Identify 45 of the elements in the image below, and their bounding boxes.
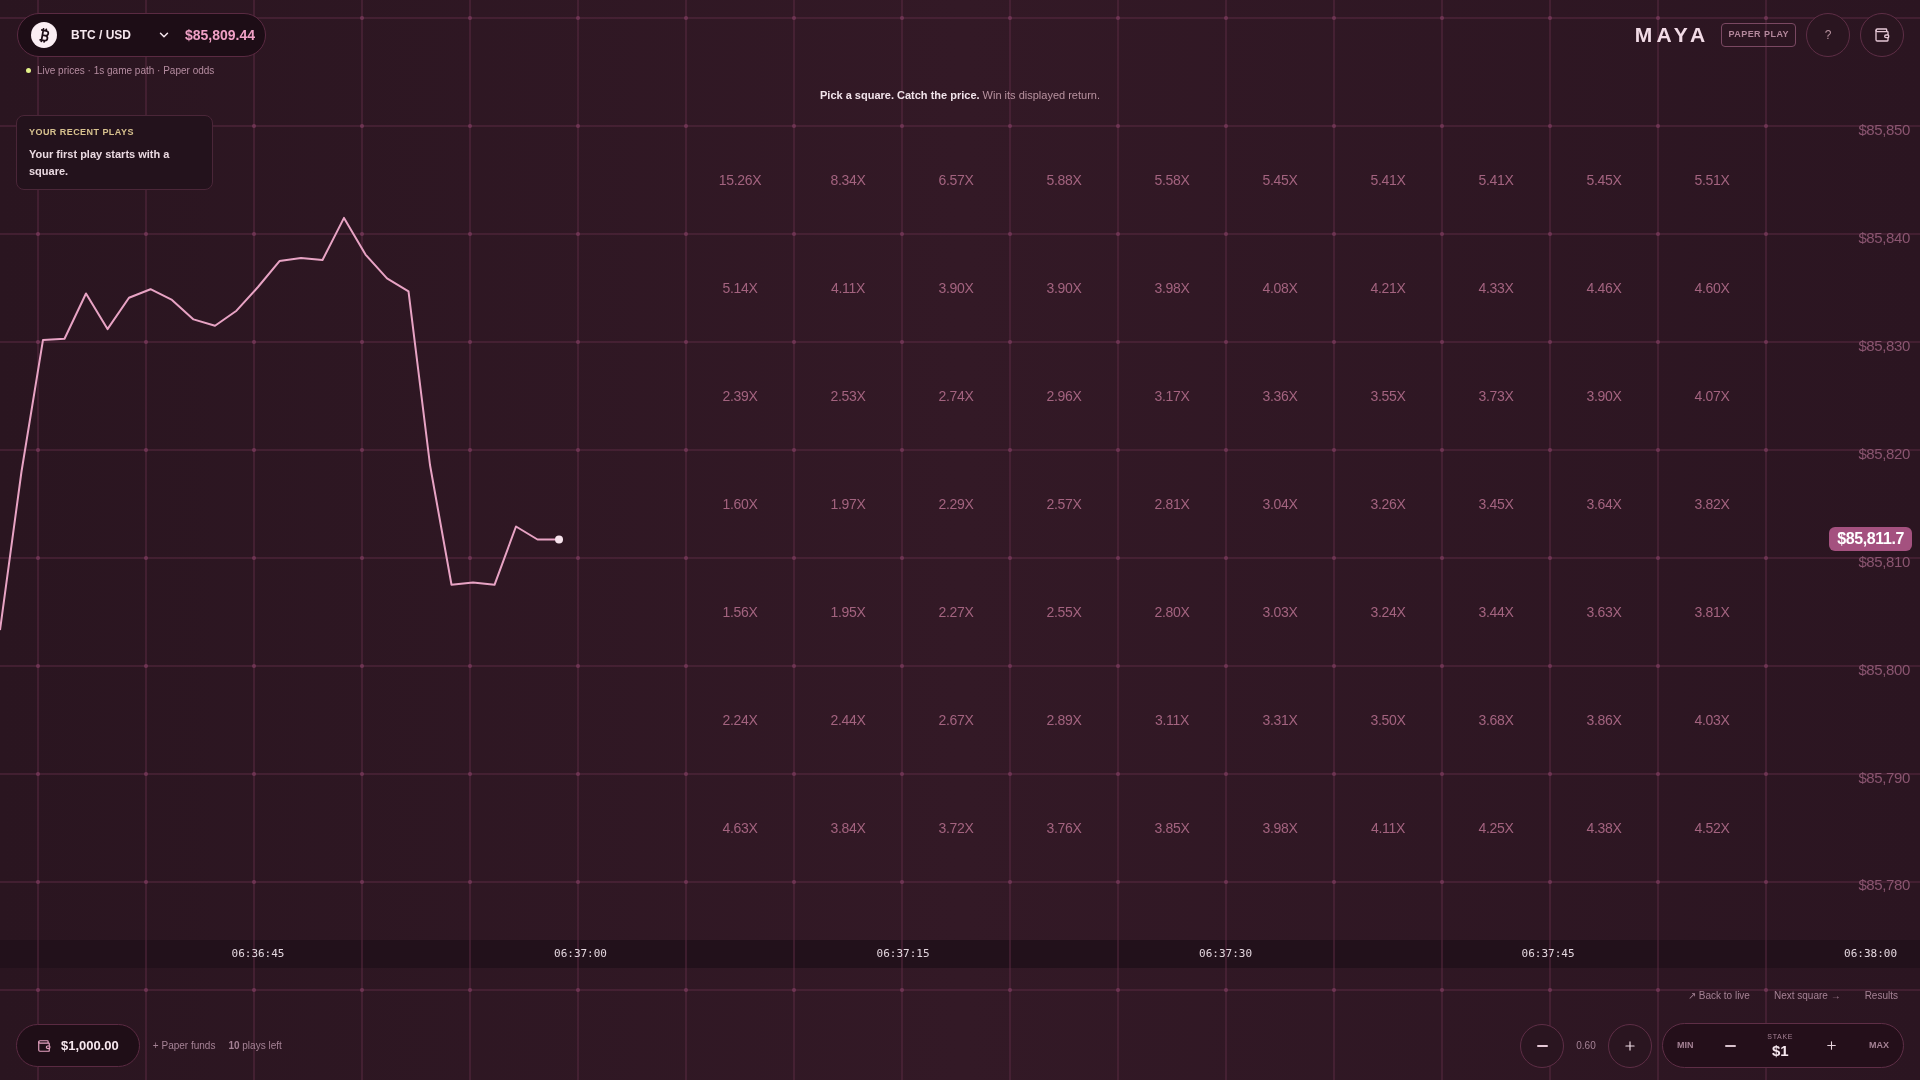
paper-play-badge: PAPER PLAY <box>1721 23 1796 47</box>
price-axis-label: $85,840 <box>1858 227 1910 248</box>
time-axis-label: 06:36:45 <box>231 946 285 962</box>
plus-icon <box>1623 1038 1637 1053</box>
price-axis-label: $85,830 <box>1858 335 1910 356</box>
time-axis-label: 06:37:45 <box>1521 946 1575 962</box>
price-axis-label: $85,800 <box>1858 659 1910 680</box>
time-axis-label: 06:37:30 <box>1199 946 1252 962</box>
balance-pill[interactable]: $1,000.00 <box>16 1024 140 1067</box>
pair-price: $85,809.44 <box>185 25 256 45</box>
price-axis-label: $85,810 <box>1858 551 1910 572</box>
increase-stake-icon[interactable] <box>1824 1039 1838 1052</box>
pair-selector[interactable]: BTC / USD $85,809.44 <box>17 13 267 57</box>
paper-funds-link[interactable]: + Paper funds <box>152 1038 216 1053</box>
wallet-icon <box>1874 27 1890 43</box>
bitcoin-icon <box>31 22 57 48</box>
footer-link[interactable]: ↗ Back to live <box>1688 988 1750 1003</box>
current-price-dot <box>555 535 563 544</box>
brand-name: MAYA <box>1634 22 1710 49</box>
status-text: Live prices · 1s game path · Paper odds <box>37 64 215 78</box>
price-axis-label: $85,790 <box>1858 767 1910 788</box>
minus-icon <box>1536 1044 1548 1047</box>
stake-value: $1 <box>1771 1042 1789 1059</box>
price-axis-label: $85,780 <box>1858 875 1910 896</box>
footer-link[interactable]: Next square → <box>1773 988 1841 1003</box>
recent-plays-message: Your first play starts with a square. <box>29 146 171 179</box>
stake-max-button[interactable]: MAX <box>1869 1038 1889 1053</box>
wallet-icon <box>37 1038 51 1053</box>
odds-value: 0.60 <box>1575 1039 1597 1053</box>
time-axis-label: 06:38:00 <box>1844 946 1898 962</box>
price-axis-label: $85,850 <box>1858 119 1910 140</box>
help-button[interactable]: ? <box>1806 13 1850 57</box>
footer-link[interactable]: Results <box>1864 988 1898 1003</box>
price-axis-label: $85,820 <box>1858 443 1910 464</box>
time-axis-label: 06:37:15 <box>876 946 930 962</box>
hint-text: Pick a square. Catch the price. Win its displayed return. <box>820 88 1100 103</box>
plays-left-text: 10 plays left <box>228 1039 282 1053</box>
stake-min-button[interactable]: MIN <box>1677 1038 1694 1053</box>
wallet-button[interactable] <box>1860 13 1904 57</box>
time-axis-label: 06:37:00 <box>554 946 607 962</box>
decrease-stake-icon[interactable] <box>1724 1044 1736 1047</box>
recent-plays-title: YOUR RECENT PLAYS <box>29 126 135 139</box>
balance-amount: $1,000.00 <box>61 1036 119 1055</box>
pair-name: BTC / USD <box>71 27 132 44</box>
current-price-tag: $85,811.7 <box>1829 527 1912 552</box>
